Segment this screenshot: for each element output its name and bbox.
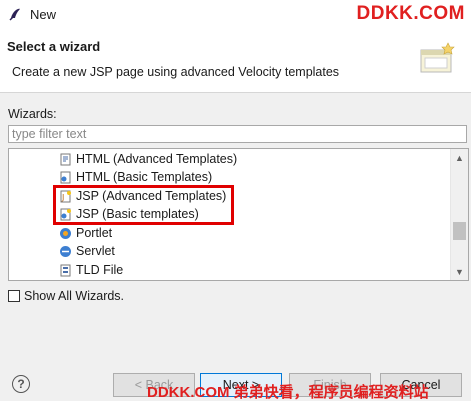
- highlight-annotation-box: [53, 185, 234, 225]
- new-wizard-dialog: New DDKK.COM Select a wizard Create a ne…: [0, 0, 471, 401]
- tld-file-icon: [60, 264, 71, 276]
- scroll-down-arrow-icon[interactable]: ▼: [451, 263, 468, 280]
- tree-item-label: Servlet: [76, 244, 115, 258]
- html-file-icon: [60, 171, 71, 183]
- tree-item-html-advanced[interactable]: HTML (Advanced Templates): [59, 150, 237, 168]
- title-bar: New DDKK.COM: [0, 0, 471, 30]
- tree-item-label: TLD File: [76, 263, 124, 277]
- wizard-tree[interactable]: HTML (Advanced Templates) HTML (Basic Te…: [8, 148, 469, 281]
- tree-item-label: HTML (Advanced Templates): [76, 152, 238, 166]
- watermark-bottom: DDKK.COM 弟弟快看，程序员编程资料站: [147, 384, 429, 401]
- tree-item-tld-file[interactable]: TLD File: [59, 261, 123, 279]
- tree-item-servlet[interactable]: Servlet: [59, 242, 115, 260]
- tree-item-html-basic[interactable]: HTML (Basic Templates): [59, 168, 212, 186]
- servlet-icon: [60, 245, 71, 257]
- tree-item-portlet[interactable]: Portlet: [59, 224, 112, 242]
- scroll-thumb[interactable]: [453, 222, 466, 240]
- watermark-top: DDKK.COM: [356, 3, 465, 24]
- scroll-up-arrow-icon[interactable]: ▲: [451, 149, 468, 166]
- tree-item-label: HTML (Basic Templates): [76, 170, 213, 184]
- show-all-wizards-checkbox[interactable]: Show All Wizards.: [8, 289, 124, 303]
- new-wizard-banner-icon: [420, 42, 455, 73]
- portlet-icon: [60, 227, 71, 239]
- page-title: Select a wizard: [7, 39, 101, 54]
- tree-item-label: Portlet: [76, 226, 113, 240]
- checkbox-box[interactable]: [8, 290, 20, 302]
- window-title: New: [30, 7, 57, 22]
- wizard-header: Select a wizard Create a new JSP page us…: [0, 30, 471, 93]
- html-file-icon: [60, 153, 71, 165]
- wizards-label: Wizards:: [8, 107, 57, 121]
- tree-scrollbar[interactable]: ▲ ▼: [450, 149, 468, 280]
- page-description: Create a new JSP page using advanced Vel…: [12, 65, 340, 79]
- eclipse-app-icon: [9, 8, 20, 21]
- help-icon[interactable]: ?: [12, 375, 30, 393]
- show-all-label: Show All Wizards.: [24, 289, 125, 303]
- wizard-filter-input[interactable]: [8, 125, 467, 143]
